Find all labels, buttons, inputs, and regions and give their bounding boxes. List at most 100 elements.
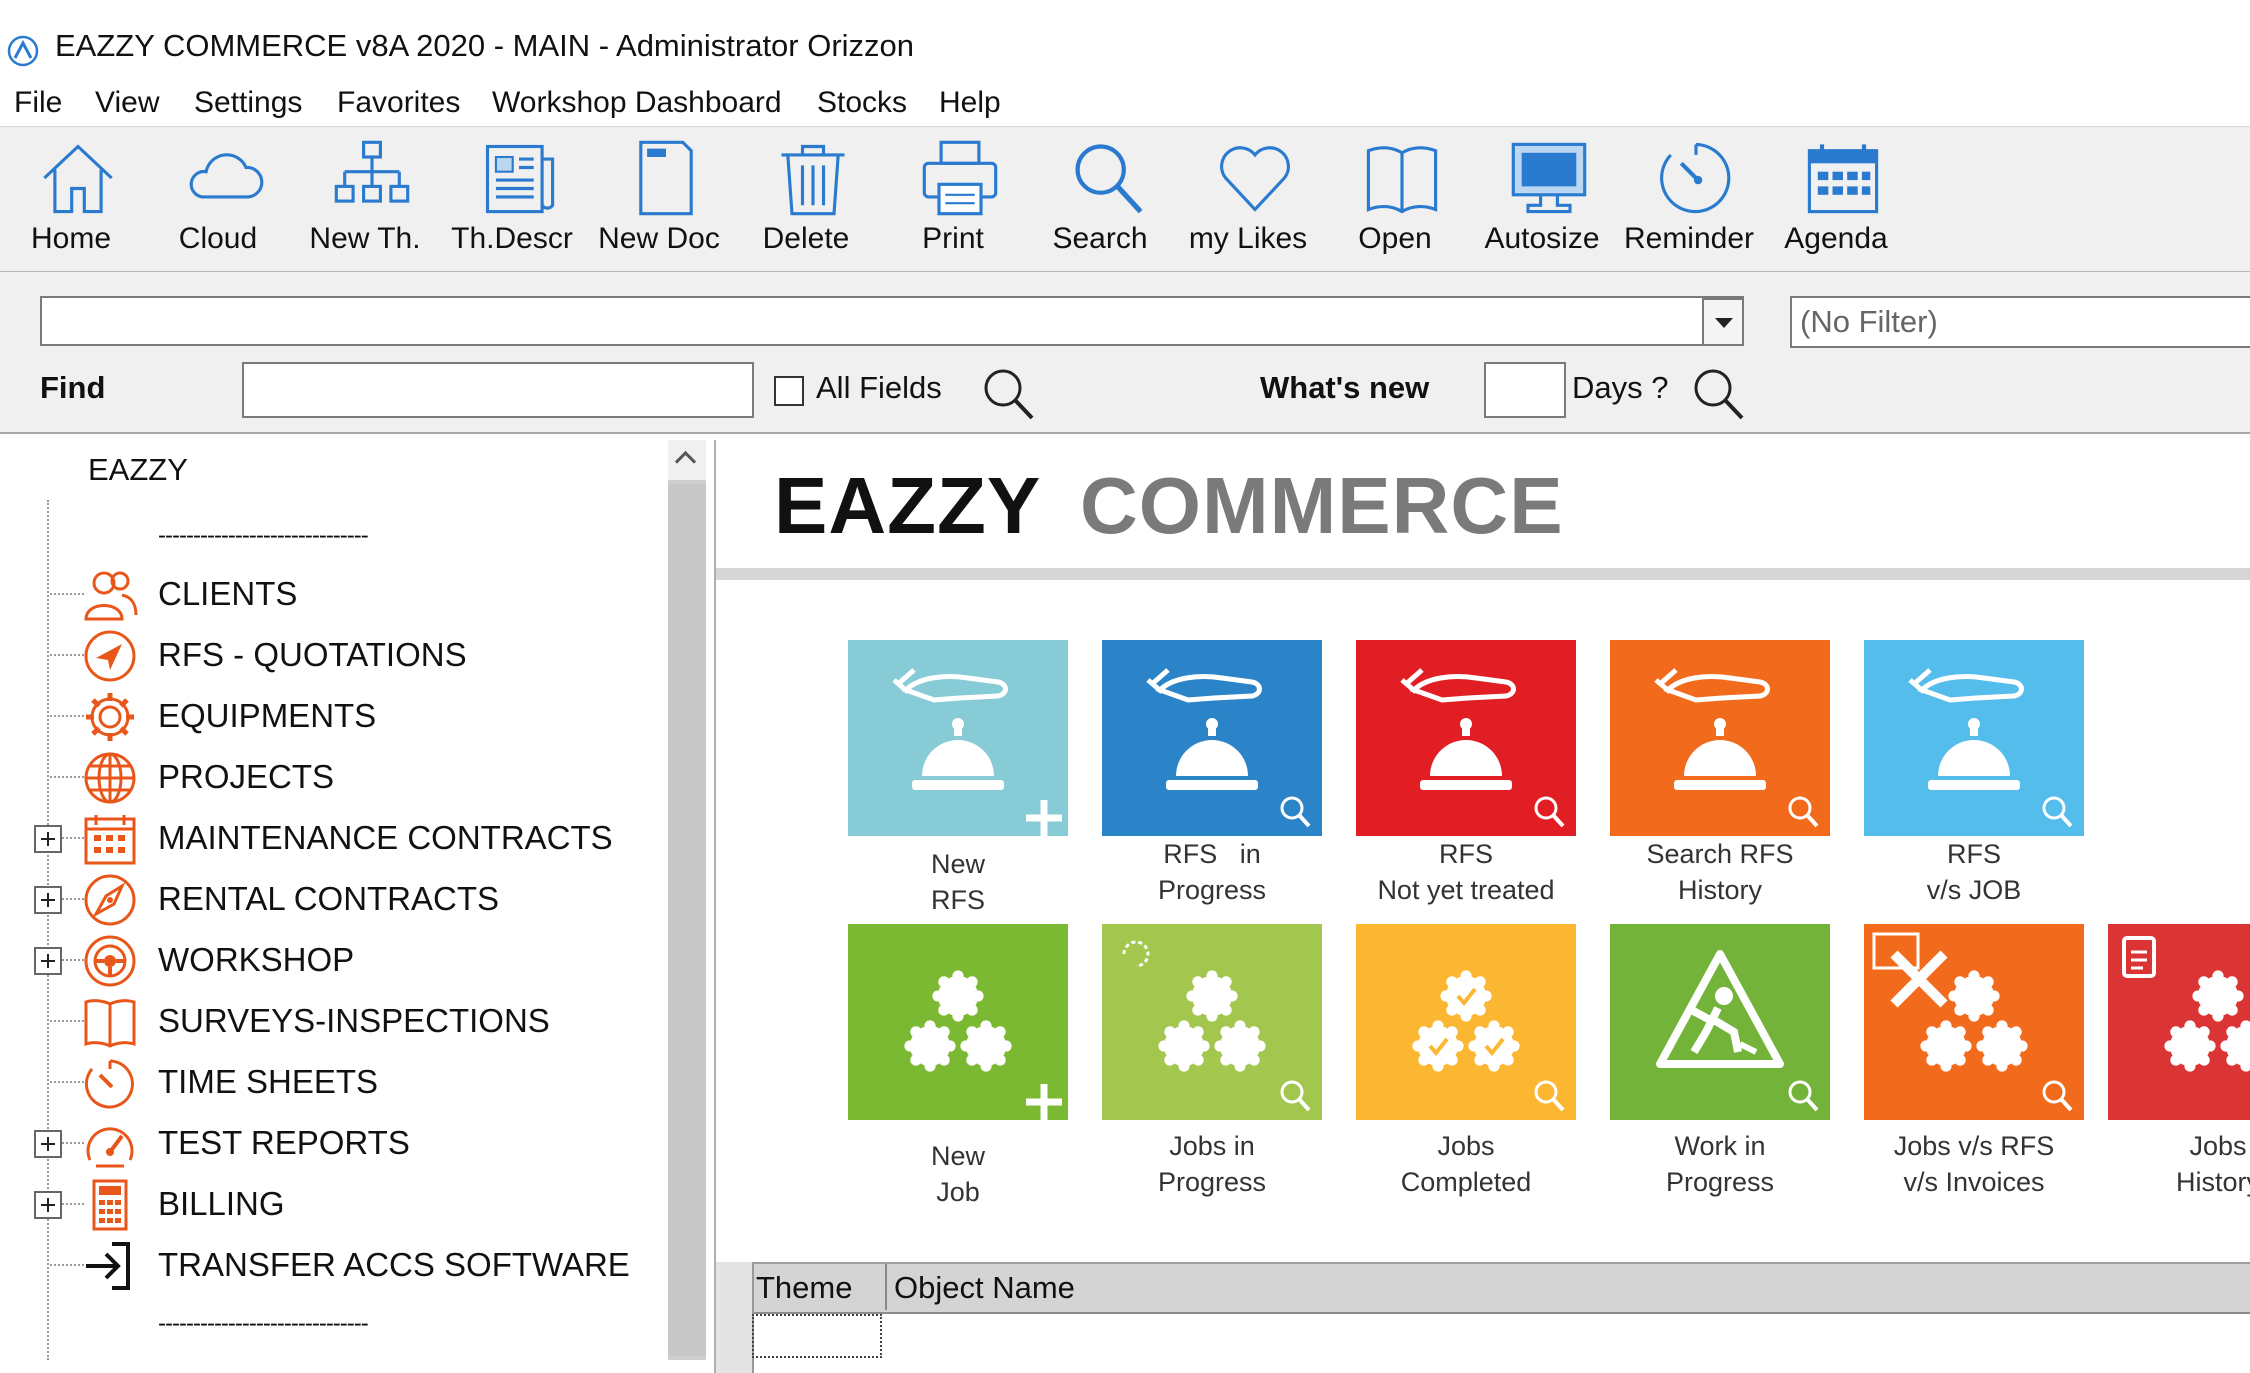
compass-icon <box>84 874 136 926</box>
tile-work-in-progress[interactable] <box>1610 924 1830 1120</box>
menu-file[interactable]: File <box>14 86 62 120</box>
newspaper-icon <box>485 144 555 214</box>
brand-title-eazzy: EAZZY <box>774 461 1042 550</box>
print-button-label: Print <box>922 222 984 255</box>
tile-label-jobs-completed: Jobs Completed <box>1336 1128 1596 1200</box>
home-button[interactable]: Home <box>0 130 142 266</box>
menu-workshop-dashboard[interactable]: Workshop Dashboard <box>492 86 782 120</box>
tile-rfs-in-progress[interactable] <box>1102 640 1322 836</box>
menu-stocks[interactable]: Stocks <box>817 86 907 120</box>
menu-favorites[interactable]: Favorites <box>337 86 460 120</box>
compass-arrow-icon <box>84 630 136 682</box>
expand-toggle[interactable] <box>34 1130 62 1158</box>
tile-label-rfs-in-progress: RFS in Progress <box>1082 836 1342 908</box>
tree-item-rental-contracts[interactable]: RENTAL CONTRACTS <box>0 870 660 928</box>
whats-new-search-icon[interactable] <box>1688 364 1748 424</box>
reminder-button[interactable]: Reminder <box>1618 130 1760 266</box>
tree-item-maintenance-contracts[interactable]: MAINTENANCE CONTRACTS <box>0 809 660 867</box>
days-input[interactable] <box>1484 362 1566 418</box>
find-input[interactable] <box>242 362 754 418</box>
tile-rfs-vs-job[interactable] <box>1864 640 2084 836</box>
tree-item-label: CLIENTS <box>158 575 298 612</box>
tree-item-label: WORKSHOP <box>158 941 355 978</box>
brand-title-commerce: COMMERCE <box>1080 461 1564 550</box>
column-separator[interactable] <box>885 1264 887 1310</box>
menu-settings[interactable]: Settings <box>194 86 302 120</box>
my-likes-button[interactable]: my Likes <box>1177 130 1319 266</box>
autosize-button[interactable]: Autosize <box>1471 130 1613 266</box>
tile-new-job[interactable] <box>848 924 1068 1120</box>
print-button[interactable]: Print <box>882 130 1024 266</box>
find-search-icon[interactable] <box>978 364 1038 424</box>
tile-label-line1: RFS in <box>1163 839 1261 869</box>
menu-help[interactable]: Help <box>939 86 1001 120</box>
column-header-theme[interactable]: Theme <box>756 1270 852 1306</box>
globe-icon <box>84 752 136 804</box>
new-doc-button[interactable]: New Doc <box>588 130 730 266</box>
th-descr-button[interactable]: Th.Descr <box>441 130 583 266</box>
my-likes-button-label: my Likes <box>1188 222 1308 255</box>
tile-label-line2: RFS <box>931 885 985 915</box>
tree-item-test-reports[interactable]: TEST REPORTS <box>0 1114 660 1172</box>
search-button[interactable]: Search <box>1029 130 1171 266</box>
app-logo-icon <box>7 35 39 67</box>
scroll-up-button[interactable] <box>668 440 706 480</box>
tree-item-workshop[interactable]: WORKSHOP <box>0 931 660 989</box>
new-th-button[interactable]: New Th. <box>294 130 436 266</box>
tree-separator-bottom: ------------------------------ <box>158 1310 369 1337</box>
tile-rfs-not-yet-treated[interactable] <box>1356 640 1576 836</box>
tree-item-label: EQUIPMENTS <box>158 697 377 734</box>
grid-cell[interactable] <box>752 1314 882 1358</box>
all-fields-label: All Fields <box>816 370 942 405</box>
new-doc-button-label: New Doc <box>598 222 720 255</box>
service-bell-icon <box>1610 640 1830 836</box>
tree-item-equipments[interactable]: EQUIPMENTS <box>0 687 660 745</box>
no-filter-field[interactable]: (No Filter) <box>1790 296 2250 348</box>
expand-toggle[interactable] <box>34 825 62 853</box>
tile-label-line1: Jobs in <box>1169 1131 1255 1161</box>
open-button[interactable]: Open <box>1324 130 1466 266</box>
calculator-icon <box>92 1179 128 1231</box>
tree-item-time-sheets[interactable]: TIME SHEETS <box>0 1053 660 1111</box>
tile-label-line2: Job <box>936 1177 980 1207</box>
tree-item-transfer-accs-software[interactable]: TRANSFER ACCS SOFTWARE <box>0 1236 660 1294</box>
tree-hline <box>50 776 84 778</box>
all-fields-checkbox[interactable] <box>774 376 804 406</box>
tree-scrollbar-thumb[interactable] <box>668 484 706 1356</box>
tree-separator-top: ------------------------------ <box>158 522 369 549</box>
cloud-button[interactable]: Cloud <box>147 130 289 266</box>
main-combo-box[interactable] <box>40 296 1744 346</box>
tile-new-rfs[interactable] <box>848 640 1068 836</box>
tile-label-jobs-vs-rfs-vs-invoices: Jobs v/s RFS v/s Invoices <box>1844 1128 2104 1200</box>
tree-item-surveys-inspections[interactable]: SURVEYS-INSPECTIONS <box>0 992 660 1050</box>
column-header-object-name[interactable]: Object Name <box>894 1270 1075 1306</box>
tree-item-label: RENTAL CONTRACTS <box>158 880 500 917</box>
tree-item-label: TIME SHEETS <box>158 1063 379 1100</box>
tile-jobs-completed[interactable] <box>1356 924 1576 1120</box>
tree-item-billing[interactable]: BILLING <box>0 1175 660 1233</box>
tree-item-projects[interactable]: PROJECTS <box>0 748 660 806</box>
delete-button-label: Delete <box>762 222 850 255</box>
agenda-button[interactable]: Agenda <box>1765 130 1907 266</box>
tile-jobs-vs-rfs-vs-invoices[interactable] <box>1864 924 2084 1120</box>
hierarchy-icon <box>334 140 410 203</box>
tree-item-rfs-quotations[interactable]: RFS - QUOTATIONS <box>0 626 660 684</box>
expand-toggle[interactable] <box>34 1191 62 1219</box>
whats-new-label: What's new <box>1260 370 1430 405</box>
menu-view[interactable]: View <box>95 86 159 120</box>
expand-toggle[interactable] <box>34 886 62 914</box>
tile-jobs-history[interactable] <box>2108 924 2250 1120</box>
trash-icon <box>781 144 845 216</box>
brand-divider <box>716 568 2250 580</box>
combo-dropdown-button[interactable] <box>1702 298 1744 346</box>
cloud-button-label: Cloud <box>178 222 258 255</box>
new-th-button-label: New Th. <box>309 222 421 255</box>
tile-search-rfs-history[interactable] <box>1610 640 1830 836</box>
tree-item-clients[interactable]: CLIENTS <box>0 565 660 623</box>
expand-toggle[interactable] <box>34 947 62 975</box>
delete-button[interactable]: Delete <box>735 130 877 266</box>
agenda-button-label: Agenda <box>1784 222 1888 255</box>
gears-check-icon <box>1356 924 1576 1120</box>
tree-root[interactable]: EAZZY <box>88 452 188 488</box>
tile-jobs-in-progress[interactable] <box>1102 924 1322 1120</box>
